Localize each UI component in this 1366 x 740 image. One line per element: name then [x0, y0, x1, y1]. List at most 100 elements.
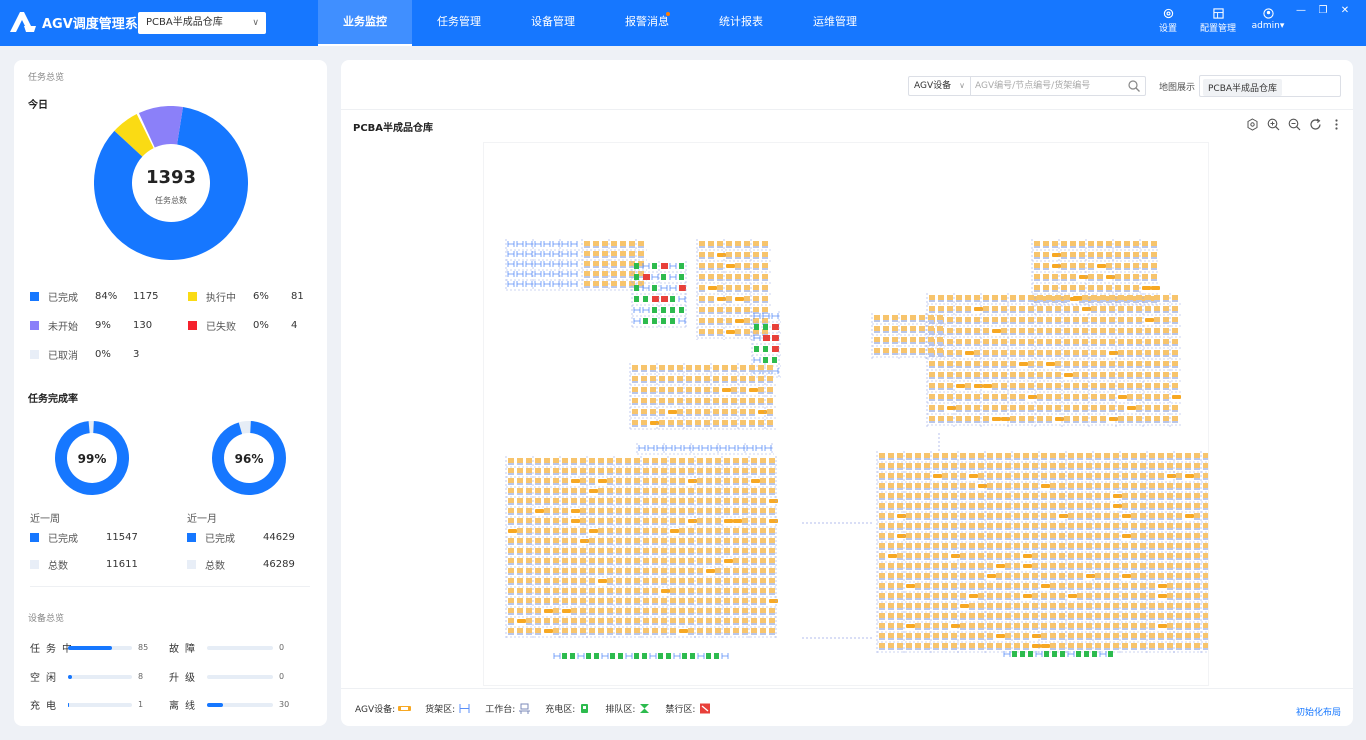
map-shelf[interactable]: [965, 306, 971, 311]
map-shelf[interactable]: [620, 281, 626, 286]
map-shelf[interactable]: [1122, 623, 1128, 628]
map-shelf[interactable]: [1050, 633, 1056, 638]
map-shelf[interactable]: [760, 478, 766, 483]
map-shelf[interactable]: [598, 618, 604, 623]
map-shelf[interactable]: [1136, 383, 1142, 388]
map-shelf[interactable]: [1113, 593, 1119, 598]
map-shelf[interactable]: [1046, 416, 1052, 421]
map-shelf[interactable]: [1070, 263, 1076, 268]
map-shelf[interactable]: [697, 538, 703, 543]
map-shelf[interactable]: [544, 478, 550, 483]
map-shelf[interactable]: [706, 488, 712, 493]
map-shelf[interactable]: [1122, 453, 1128, 458]
map-shelf[interactable]: [960, 483, 966, 488]
map-agv[interactable]: [951, 554, 960, 558]
map-shelf[interactable]: [1019, 350, 1025, 355]
map-shelf[interactable]: [1127, 361, 1133, 366]
map-shelf[interactable]: [751, 628, 757, 633]
map-shelf[interactable]: [1113, 543, 1119, 548]
map-shelf[interactable]: [735, 274, 741, 279]
map-shelf[interactable]: [589, 568, 595, 573]
map-shelf[interactable]: [1032, 603, 1038, 608]
map-shelf[interactable]: [767, 387, 773, 392]
map-shelf[interactable]: [915, 643, 921, 648]
map-shelf[interactable]: [996, 553, 1002, 558]
map-shelf[interactable]: [987, 463, 993, 468]
map-shelf[interactable]: [1073, 339, 1079, 344]
map-agv[interactable]: [1073, 296, 1082, 300]
map-shelf[interactable]: [760, 498, 766, 503]
map-shelf[interactable]: [1113, 533, 1119, 538]
map-agv[interactable]: [1041, 584, 1050, 588]
map-shelf[interactable]: [735, 307, 741, 312]
map-shelf[interactable]: [1050, 533, 1056, 538]
map-shelf[interactable]: [722, 376, 728, 381]
map-shelf[interactable]: [1068, 603, 1074, 608]
map-shelf[interactable]: [1037, 339, 1043, 344]
map-shelf[interactable]: [704, 387, 710, 392]
map-shelf[interactable]: [910, 326, 916, 331]
map-shelf[interactable]: [969, 583, 975, 588]
map-shelf[interactable]: [879, 483, 885, 488]
map-shelf[interactable]: [643, 588, 649, 593]
map-shelf[interactable]: [1127, 372, 1133, 377]
map-shelf[interactable]: [1001, 339, 1007, 344]
map-shelf[interactable]: [924, 453, 930, 458]
map-shelf[interactable]: [1136, 295, 1142, 300]
map-shelf[interactable]: [1010, 394, 1016, 399]
map-shelf[interactable]: [517, 458, 523, 463]
map-shelf[interactable]: [751, 608, 757, 613]
map-shelf[interactable]: [978, 543, 984, 548]
map-shelf[interactable]: [1176, 523, 1182, 528]
map-display-select[interactable]: PCBA半成品仓库: [1199, 75, 1341, 97]
map-shelf[interactable]: [906, 503, 912, 508]
map-shelf[interactable]: [661, 458, 667, 463]
map-shelf[interactable]: [987, 513, 993, 518]
map-shelf[interactable]: [715, 528, 721, 533]
map-shelf[interactable]: [758, 376, 764, 381]
map-shelf[interactable]: [1023, 523, 1029, 528]
map-shelf[interactable]: [937, 326, 943, 331]
map-shelf[interactable]: [1014, 553, 1020, 558]
map-shelf[interactable]: [625, 488, 631, 493]
map-shelf[interactable]: [1122, 483, 1128, 488]
map-shelf[interactable]: [724, 608, 730, 613]
map-shelf[interactable]: [1149, 553, 1155, 558]
map-shelf[interactable]: [987, 553, 993, 558]
map-shelf[interactable]: [517, 568, 523, 573]
map-shelf[interactable]: [1194, 563, 1200, 568]
map-charging-spot[interactable]: [670, 318, 675, 324]
map-shelf[interactable]: [1064, 339, 1070, 344]
map-shelf[interactable]: [888, 613, 894, 618]
map-shelf[interactable]: [753, 263, 759, 268]
map-agv[interactable]: [1145, 318, 1154, 322]
map-shelf[interactable]: [535, 608, 541, 613]
map-shelf[interactable]: [1068, 493, 1074, 498]
map-shelf[interactable]: [544, 588, 550, 593]
map-shelf[interactable]: [1118, 317, 1124, 322]
map-shelf[interactable]: [1064, 383, 1070, 388]
map-shelf[interactable]: [679, 518, 685, 523]
map-shelf[interactable]: [598, 528, 604, 533]
map-charging-spot[interactable]: [1052, 651, 1057, 657]
map-shelf[interactable]: [892, 337, 898, 342]
map-shelf[interactable]: [969, 503, 975, 508]
map-shelf[interactable]: [508, 608, 514, 613]
map-shelf[interactable]: [1088, 263, 1094, 268]
map-shelf[interactable]: [1149, 463, 1155, 468]
map-shelf[interactable]: [668, 398, 674, 403]
map-shelf[interactable]: [1010, 361, 1016, 366]
map-shelf[interactable]: [888, 603, 894, 608]
map-shelf[interactable]: [1118, 350, 1124, 355]
map-shelf[interactable]: [1037, 372, 1043, 377]
map-shelf[interactable]: [1163, 361, 1169, 366]
map-shelf[interactable]: [1046, 339, 1052, 344]
map-shelf[interactable]: [1167, 633, 1173, 638]
map-shelf[interactable]: [571, 628, 577, 633]
map-shelf[interactable]: [965, 361, 971, 366]
map-shelf[interactable]: [526, 568, 532, 573]
map-shelf[interactable]: [670, 628, 676, 633]
map-shelf[interactable]: [1064, 361, 1070, 366]
map-shelf[interactable]: [1163, 383, 1169, 388]
map-shelf[interactable]: [1005, 633, 1011, 638]
